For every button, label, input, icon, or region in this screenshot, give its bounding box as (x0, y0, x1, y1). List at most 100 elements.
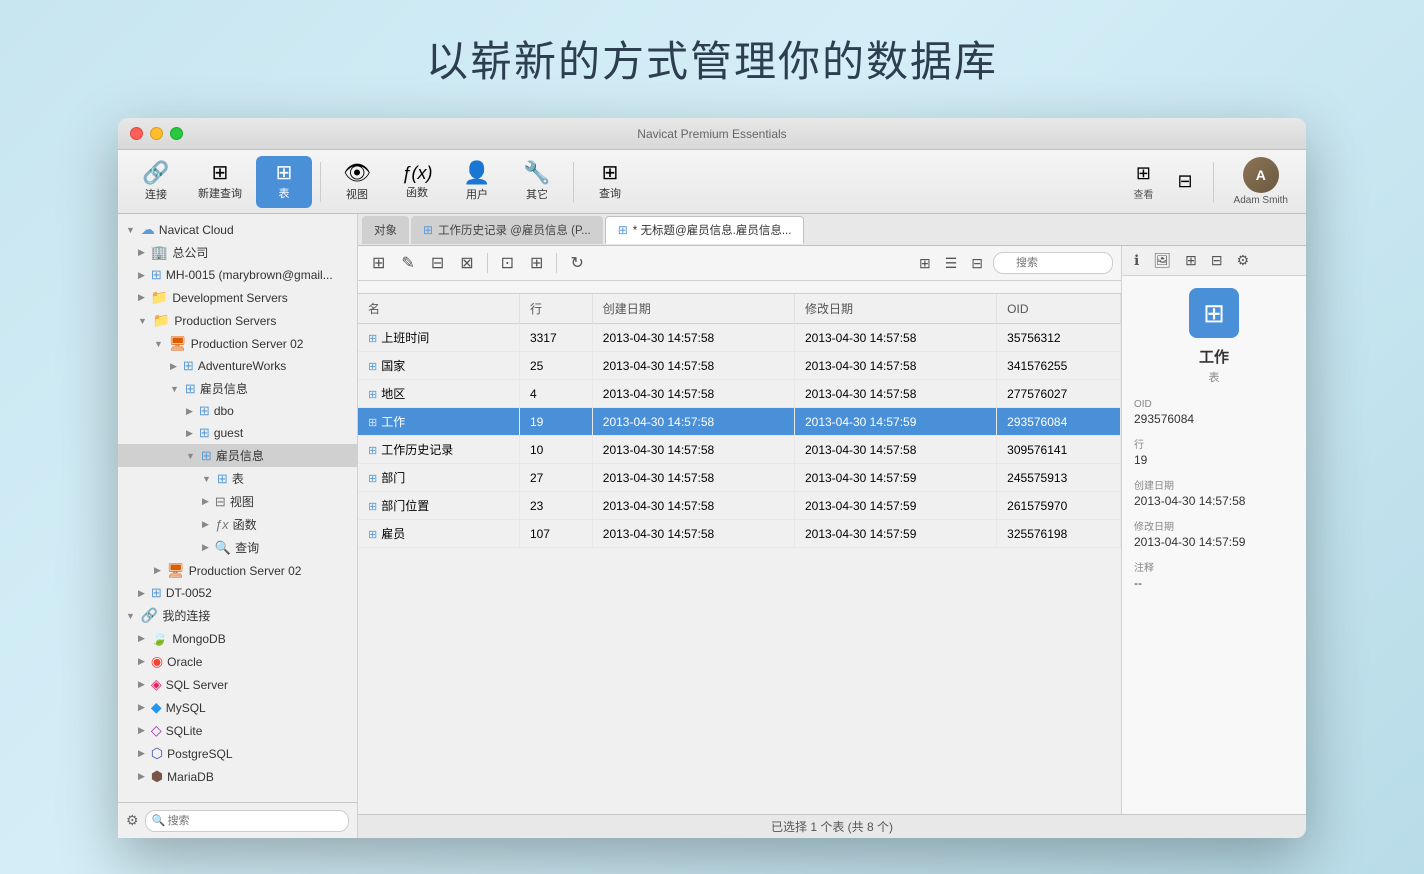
sidebar-label-queries-folder: 查询 (235, 539, 349, 556)
sidebar-label-mongodb: MongoDB (172, 632, 349, 646)
sidebar-item-tables-folder[interactable]: ▼ ⊞ 表 (118, 467, 357, 490)
toolbar-connect[interactable]: 🔗 连接 (128, 156, 184, 208)
sidebar-item-postgresql[interactable]: ▶ ⬡ PostgreSQL (118, 742, 357, 765)
toolbar-new-query[interactable]: ⊞ 新建查询 (188, 156, 252, 208)
mongodb-icon: 🍃 (151, 630, 168, 647)
toolbar-query[interactable]: ⊞ 查询 (582, 156, 638, 208)
view-label: 视图 (346, 186, 368, 202)
toolbar-other[interactable]: 🔧 其它 (509, 156, 565, 208)
sidebar-item-functions-folder[interactable]: ▶ ƒx 函数 (118, 513, 357, 536)
table-row-icon: ⊞ (368, 473, 377, 485)
info-btn-other[interactable]: ⊟ (1207, 250, 1227, 271)
cell-rows: 10 (519, 436, 592, 464)
delete-table-btn[interactable]: ⊠ (454, 250, 479, 276)
sidebar-item-queries-folder[interactable]: ▶ 🔍 查询 (118, 536, 357, 559)
chevron-down-icon-7: ▼ (126, 611, 135, 621)
close-button[interactable] (130, 127, 143, 140)
info-btn-detail[interactable]: ℹ (1130, 250, 1143, 271)
chevron-right-icon-10: ▶ (154, 565, 161, 576)
edit-table-btn[interactable]: ✎ (395, 250, 420, 276)
cell-rows: 19 (519, 408, 592, 436)
view-layout-btn-2[interactable]: ⊟ (1169, 167, 1200, 196)
info-field-comment-value: -- (1134, 576, 1294, 590)
table-row[interactable]: ⊞地区42013-04-30 14:57:582013-04-30 14:57:… (358, 380, 1121, 408)
copy-table-btn[interactable]: ⊟ (425, 250, 450, 276)
new-table-btn[interactable]: ⊞ (366, 250, 391, 276)
sidebar-item-sqlite[interactable]: ▶ ◇ SQLite (118, 719, 357, 742)
maximize-button[interactable] (170, 127, 183, 140)
cell-created: 2013-04-30 14:57:58 (592, 492, 794, 520)
view-layout-btn-1[interactable]: ⊞ 查看 (1125, 159, 1161, 205)
dbo-icon: ⊞ (199, 403, 210, 419)
toolbar-table[interactable]: ⊞ 表 (256, 156, 312, 208)
minimize-button[interactable] (150, 127, 163, 140)
toolbar-view[interactable]: 👁 视图 (329, 156, 385, 208)
export-btn[interactable]: ⊞ (524, 250, 549, 276)
sidebar-item-mysql[interactable]: ▶ ◆ MySQL (118, 696, 357, 719)
table-icon: ⊞ (276, 163, 293, 183)
table-row[interactable]: ⊞部门272013-04-30 14:57:582013-04-30 14:57… (358, 464, 1121, 492)
table-row[interactable]: ⊞工作历史记录102013-04-30 14:57:582013-04-30 1… (358, 436, 1121, 464)
sidebar-item-mongodb[interactable]: ▶ 🍃 MongoDB (118, 627, 357, 650)
tab-object[interactable]: 对象 (362, 216, 409, 244)
detail-view-btn[interactable]: ⊟ (965, 253, 989, 274)
table-row[interactable]: ⊞工作192013-04-30 14:57:582013-04-30 14:57… (358, 408, 1121, 436)
table-row[interactable]: ⊞上班时间33172013-04-30 14:57:582013-04-30 1… (358, 324, 1121, 352)
table-row-icon: ⊞ (368, 333, 377, 345)
sidebar-item-dbo[interactable]: ▶ ⊞ dbo (118, 400, 357, 422)
sidebar-item-prod-server-02b[interactable]: ▶ 🖥 Production Server 02 (118, 559, 357, 582)
table-row[interactable]: ⊞部门位置232013-04-30 14:57:582013-04-30 14:… (358, 492, 1121, 520)
table-row[interactable]: ⊞国家252013-04-30 14:57:582013-04-30 14:57… (358, 352, 1121, 380)
import-btn[interactable]: ⊡ (495, 250, 520, 276)
sidebar-item-employee-info[interactable]: ▼ ⊞ 雇员信息 (118, 377, 357, 400)
sidebar-item-adventureworks[interactable]: ▶ ⊞ AdventureWorks (118, 355, 357, 377)
toolbar-user[interactable]: 👤 用户 (449, 156, 505, 208)
sidebar-label-mariadb: MariaDB (167, 770, 349, 784)
toolbar-function[interactable]: ƒ(x) 函数 (389, 156, 445, 208)
user-profile-btn[interactable]: A Adam Smith (1226, 153, 1296, 210)
sidebar-item-general-company[interactable]: ▶ 🏢 总公司 (118, 241, 357, 264)
refresh-btn[interactable]: ↻ (564, 250, 589, 276)
mariadb-icon: ⬢ (151, 768, 163, 785)
query-icon: ⊞ (602, 163, 619, 183)
list-view-btn[interactable]: ☰ (939, 253, 964, 274)
sidebar-search-input[interactable] (145, 810, 349, 832)
sidebar-item-dev-servers[interactable]: ▶ 📁 Development Servers (118, 286, 357, 309)
info-btn-settings[interactable]: ⚙ (1233, 250, 1254, 271)
sidebar-item-mariadb[interactable]: ▶ ⬢ MariaDB (118, 765, 357, 788)
sidebar-item-oracle[interactable]: ▶ ◉ Oracle (118, 650, 357, 673)
sidebar-label-guest: guest (214, 426, 349, 440)
cell-oid: 341576255 (997, 352, 1121, 380)
sidebar-item-dt0052[interactable]: ▶ ⊞ DT-0052 (118, 582, 357, 604)
sidebar-item-prod-server-02[interactable]: ▼ 🖥 Production Server 02 (118, 332, 357, 355)
sidebar-item-my-connections[interactable]: ▼ 🔗 我的连接 (118, 604, 357, 627)
chevron-down-icon-4: ▼ (170, 384, 179, 394)
search-input[interactable] (993, 252, 1113, 274)
sidebar-settings-icon[interactable]: ⚙ (126, 812, 139, 829)
table-row[interactable]: ⊞雇员1072013-04-30 14:57:582013-04-30 14:5… (358, 520, 1121, 548)
sidebar-item-employee-info-sub[interactable]: ▼ ⊞ 雇员信息 (118, 444, 357, 467)
tab-job-history[interactable]: ⊞ 工作历史记录 @雇员信息 (P... (411, 216, 603, 244)
tab-job-history-icon: ⊞ (423, 223, 433, 237)
sidebar-item-sqlserver[interactable]: ▶ ◈ SQL Server (118, 673, 357, 696)
toolbar-sep-2 (573, 162, 574, 202)
grid-view-btn[interactable]: ⊞ (913, 253, 937, 274)
sidebar-item-guest[interactable]: ▶ ⊞ guest (118, 422, 357, 444)
chevron-right-icon-8: ▶ (202, 519, 209, 530)
sidebar-label-views-folder: 视图 (230, 493, 349, 510)
sidebar-item-prod-servers[interactable]: ▼ 📁 Production Servers (118, 309, 357, 332)
sidebar-item-views-folder[interactable]: ▶ ⊟ 视图 (118, 490, 357, 513)
col-created: 创建日期 (592, 294, 794, 324)
new-query-icon: ⊞ (212, 163, 229, 183)
sidebar-item-navicat-cloud[interactable]: ▼ ☁ Navicat Cloud (118, 218, 357, 241)
info-btn-preview[interactable]: 🖼 (1149, 250, 1175, 271)
tab-untitled-label: * 无标题@雇员信息.雇员信息... (633, 222, 792, 238)
sidebar-label-functions-folder: 函数 (233, 516, 349, 533)
mysql-icon: ◆ (151, 699, 162, 716)
info-btn-schema[interactable]: ⊞ (1181, 250, 1201, 271)
tab-untitled[interactable]: ⊞ * 无标题@雇员信息.雇员信息... (605, 216, 805, 244)
sidebar-item-mh0015[interactable]: ▶ ⊞ MH-0015 (marybrown@gmail... (118, 264, 357, 286)
info-panel: ℹ 🖼 ⊞ ⊟ ⚙ ⊞ 工作 表 OID 293576084 (1121, 246, 1306, 814)
sidebar[interactable]: ▼ ☁ Navicat Cloud ▶ 🏢 总公司 ▶ ⊞ MH-0015 (m… (118, 214, 358, 838)
sidebar-label-dbo: dbo (214, 404, 349, 418)
